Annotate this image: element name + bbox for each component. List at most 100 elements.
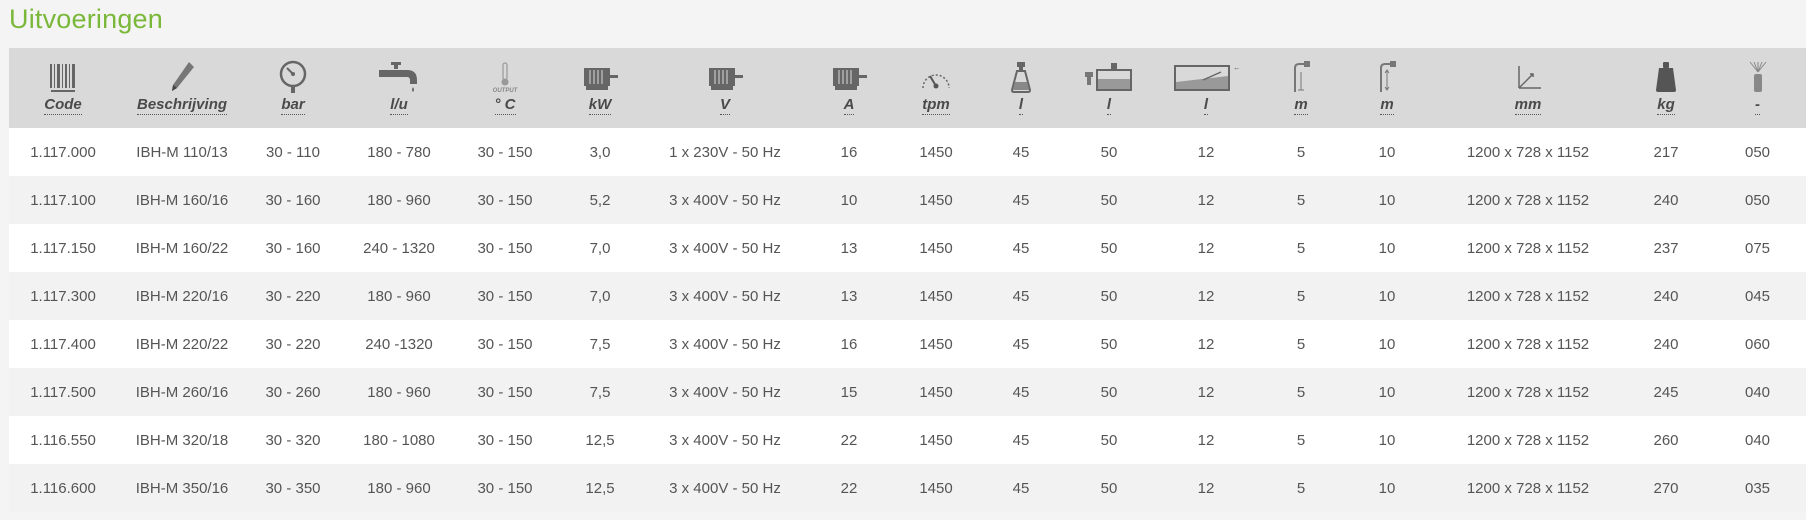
cell-power: 12,5 (585, 479, 615, 497)
cell-temperature: 30 - 150 (477, 335, 533, 353)
cell-weight: 217 (1653, 143, 1679, 161)
page: Uitvoeringen Code Beschrijving bar l/u O… (0, 0, 1806, 520)
cell-hose-height: 5 (1296, 431, 1306, 449)
cell-description: IBH-M 220/22 (135, 335, 229, 353)
cell-pressure: 30 - 160 (265, 191, 321, 209)
cell-hose-height: 5 (1296, 383, 1306, 401)
cell-voltage: 3 x 400V - 50 Hz (669, 239, 781, 257)
thermometer-caption: OUTPUT (493, 88, 519, 94)
cell-voltage: 3 x 400V - 50 Hz (669, 335, 781, 353)
cell-current: 16 (840, 335, 858, 353)
cell-hose-length: 10 (1378, 431, 1396, 449)
cell-temperature: 30 - 150 (477, 239, 533, 257)
cell-detergent-volume: 45 (1012, 335, 1030, 353)
cell-rpm: 1450 (919, 335, 953, 353)
cell-flow: 240 -1320 (365, 335, 433, 353)
cell-nozzle: 040 (1744, 431, 1771, 449)
col-header-label: A (843, 96, 855, 115)
cell-code: 1.117.400 (30, 335, 96, 353)
cell-current: 22 (840, 479, 858, 497)
cell-description: IBH-M 160/22 (135, 239, 229, 257)
cell-power: 3,0 (589, 143, 611, 161)
motor-icon (705, 58, 745, 94)
water-tank-icon (1083, 58, 1135, 94)
col-header-current: A (801, 48, 897, 128)
cell-current: 13 (840, 287, 858, 305)
dimensions-icon (1511, 58, 1545, 94)
cell-code: 1.116.550 (30, 431, 96, 449)
cell-flow: 180 - 1080 (363, 431, 435, 449)
cell-detergent-volume: 45 (1012, 143, 1030, 161)
faucet-icon (377, 58, 421, 94)
col-header-hose-length: m (1341, 48, 1433, 128)
cell-fuel-volume: 12 (1197, 287, 1215, 305)
col-header-description: Beschrijving (117, 48, 247, 128)
pressure-gauge-icon (277, 58, 309, 94)
table-row: 1.117.000 IBH-M 110/13 30 - 110 180 - 780 30… (9, 128, 1806, 176)
cell-pressure: 30 - 350 (265, 479, 321, 497)
cell-water-volume: 50 (1100, 479, 1118, 497)
cell-pressure: 30 - 110 (266, 143, 320, 161)
cell-rpm: 1450 (919, 287, 953, 305)
col-header-label: ° C (494, 96, 516, 115)
cell-dimensions: 1200 x 728 x 1152 (1466, 239, 1590, 257)
cell-description: IBH-M 110/13 (136, 143, 228, 161)
col-header-water-volume: l (1067, 48, 1151, 128)
cell-pressure: 30 - 220 (265, 335, 321, 353)
col-header-detergent-volume: l (975, 48, 1067, 128)
table-row: 1.117.300 IBH-M 220/16 30 - 220 180 - 960 30… (9, 272, 1806, 320)
cell-description: IBH-M 260/16 (135, 383, 229, 401)
cell-rpm: 1450 (919, 143, 953, 161)
col-header-label: Beschrijving (136, 96, 228, 115)
cell-fuel-volume: 12 (1197, 479, 1215, 497)
cell-detergent-volume: 45 (1012, 239, 1030, 257)
cell-detergent-volume: 45 (1012, 431, 1030, 449)
cell-rpm: 1450 (919, 191, 953, 209)
col-header-label: mm (1514, 96, 1542, 115)
col-header-label: bar (281, 96, 305, 115)
cell-water-volume: 50 (1100, 335, 1118, 353)
cell-nozzle: 050 (1744, 143, 1771, 161)
cell-flow: 180 - 780 (367, 143, 431, 161)
col-header-power: kW (551, 48, 649, 128)
cell-detergent-volume: 45 (1012, 479, 1030, 497)
cell-rpm: 1450 (919, 479, 953, 497)
cell-description: IBH-M 320/18 (135, 431, 229, 449)
fuel-tank-icon: ← (1173, 58, 1239, 94)
cell-nozzle: 050 (1744, 191, 1771, 209)
col-header-label: l/u (390, 96, 408, 115)
cell-detergent-volume: 45 (1012, 191, 1030, 209)
cell-temperature: 30 - 150 (477, 479, 533, 497)
cell-water-volume: 50 (1100, 431, 1118, 449)
col-header-pressure: bar (247, 48, 339, 128)
cell-pressure: 30 - 320 (265, 431, 321, 449)
cell-hose-length: 10 (1378, 143, 1396, 161)
cell-flow: 180 - 960 (367, 287, 431, 305)
cell-description: IBH-M 220/16 (135, 287, 229, 305)
cell-fuel-volume: 12 (1197, 335, 1215, 353)
cell-water-volume: 50 (1100, 143, 1118, 161)
weight-icon (1652, 58, 1680, 94)
col-header-voltage: V (649, 48, 801, 128)
col-header-hose-height: m (1261, 48, 1341, 128)
col-header-label: V (719, 96, 730, 115)
cell-power: 7,0 (589, 239, 611, 257)
cell-power: 7,5 (589, 383, 611, 401)
col-header-label: l (1203, 96, 1209, 115)
cell-dimensions: 1200 x 728 x 1152 (1466, 431, 1590, 449)
cell-hose-height: 5 (1296, 239, 1306, 257)
cell-pressure: 30 - 160 (265, 239, 321, 257)
table-row: 1.116.550 IBH-M 320/18 30 - 320 180 - 1080 3… (9, 416, 1806, 464)
table-row: 1.116.600 IBH-M 350/16 30 - 350 180 - 960 30… (9, 464, 1806, 512)
cell-code: 1.117.150 (30, 239, 96, 257)
col-header-label: m (1294, 96, 1308, 115)
col-header-dimensions: mm (1433, 48, 1623, 128)
cell-rpm: 1450 (919, 383, 953, 401)
cell-dimensions: 1200 x 728 x 1152 (1466, 143, 1590, 161)
section-title: Uitvoeringen (9, 4, 163, 34)
col-header-label: tpm (922, 96, 950, 115)
hose-length-icon (1373, 58, 1401, 94)
col-header-label: - (1755, 96, 1760, 115)
cell-weight: 260 (1653, 431, 1679, 449)
table-header-row: Code Beschrijving bar l/u OUTPUT ° C kW … (9, 48, 1806, 128)
